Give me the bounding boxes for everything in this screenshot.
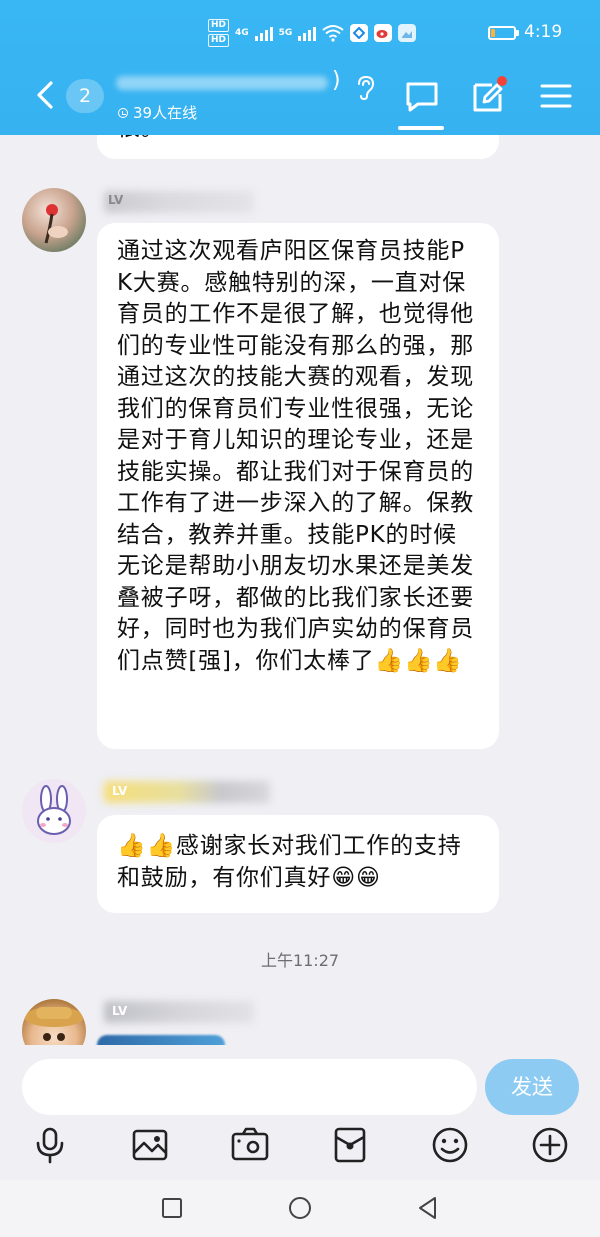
shared-card-preview[interactable] <box>97 1035 225 1045</box>
online-count: 39人在线 <box>133 104 198 122</box>
message-body: 通过这次观看庐阳区保育员技能PK大赛。感触特别的深，一直对保育员的工作不是很了解… <box>117 238 474 674</box>
hd-indicators: HD HD <box>208 19 230 47</box>
plus-icon[interactable] <box>530 1125 570 1165</box>
microphone-icon[interactable] <box>30 1125 70 1165</box>
signal-bars-icon <box>254 25 273 41</box>
active-tab-indicator <box>398 126 444 130</box>
red-packet-icon[interactable] <box>330 1125 370 1165</box>
check-circle-icon <box>118 107 128 118</box>
avatar-image <box>44 204 68 244</box>
message-text: 通过这次观看庐阳区保育员技能PK大赛。感触特别的深，一直对保育员的工作不是很了解… <box>117 236 479 677</box>
message-bubble-partial[interactable]: 很。 <box>97 135 499 159</box>
menu-icon[interactable] <box>536 76 576 116</box>
network-label-2: 5G <box>278 28 293 38</box>
send-button[interactable]: 发送 <box>485 1059 579 1115</box>
avatar[interactable] <box>22 188 86 252</box>
chat-header: HD HD 4G 5G 4:19 2 ) 39人在线 <box>0 0 600 135</box>
status-bar: HD HD 4G 5G 4:19 <box>0 0 600 60</box>
group-name-suffix: ) <box>332 68 341 93</box>
input-area: 发送 <box>0 1045 600 1180</box>
thumbs-up-emoji-icon: 👍👍👍 <box>374 647 463 674</box>
edit-notice-icon[interactable] <box>468 76 508 116</box>
emoji-icon[interactable] <box>430 1125 470 1165</box>
recent-apps-icon[interactable] <box>157 1193 187 1223</box>
status-icons: HD HD 4G 5G <box>208 18 417 48</box>
time-divider: 上午11:27 <box>260 951 340 970</box>
camera-icon[interactable] <box>230 1125 270 1165</box>
battery-fill <box>491 29 495 37</box>
doll-avatar-image <box>24 1007 84 1041</box>
back-arrow-icon[interactable] <box>34 80 56 110</box>
online-status: 39人在线 <box>118 102 197 123</box>
grin-emoji-icon: 😁😁 <box>331 864 381 891</box>
network-label-1: 4G <box>235 28 249 38</box>
thumbs-up-emoji-icon: 👍👍 <box>117 833 176 859</box>
message-input[interactable] <box>22 1059 477 1115</box>
weibo-icon <box>374 24 393 42</box>
group-name-redacted <box>116 76 328 90</box>
level-badge: LV <box>112 1004 128 1018</box>
level-badge: LV <box>112 784 128 798</box>
message-bubble[interactable]: 通过这次观看庐阳区保育员技能PK大赛。感触特别的深，一直对保育员的工作不是很了解… <box>97 223 499 749</box>
signal-bars-icon-2 <box>298 25 317 41</box>
system-nav-bar <box>0 1180 600 1237</box>
battery-icon <box>488 26 519 40</box>
ear-mode-icon[interactable] <box>352 74 378 102</box>
clock: 4:19 <box>524 22 563 42</box>
wifi-icon <box>322 25 344 42</box>
chat-tab-icon[interactable] <box>402 76 442 116</box>
hd-label-1: HD <box>208 19 230 32</box>
avatar[interactable] <box>22 999 86 1045</box>
sender-name-redacted <box>104 781 270 803</box>
hd-label-2: HD <box>208 34 230 47</box>
message-list[interactable]: 很。 LV 通过这次观看庐阳区保育员技能PK大赛。感触特别的深，一直对保育员的工… <box>0 135 600 1045</box>
message-text: 👍👍感谢家长对我们工作的支持和鼓励，有你们真好😁😁 <box>117 831 483 894</box>
level-badge: LV <box>108 193 124 207</box>
sender-name-redacted <box>104 191 254 213</box>
avatar[interactable] <box>22 779 86 843</box>
bunny-avatar-image <box>37 785 71 835</box>
back-icon[interactable] <box>413 1193 443 1223</box>
message-bubble[interactable]: 👍👍感谢家长对我们工作的支持和鼓励，有你们真好😁😁 <box>97 815 499 913</box>
app-notification-icon <box>350 24 369 42</box>
unread-count-badge[interactable]: 2 <box>66 79 104 113</box>
group-name[interactable]: ) <box>112 66 342 100</box>
image-icon[interactable] <box>130 1125 170 1165</box>
home-icon[interactable] <box>285 1193 315 1223</box>
gallery-notification-icon <box>398 24 417 42</box>
message-text: 很。 <box>117 135 165 145</box>
